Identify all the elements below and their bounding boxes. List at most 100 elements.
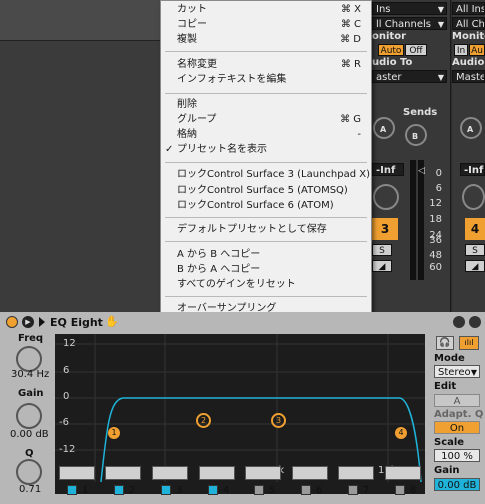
band-5-toggle[interactable] — [254, 485, 264, 495]
band-1-toggle[interactable] — [67, 485, 77, 495]
menu-item-copy-b-to-a[interactable]: B から A へコピー — [161, 262, 371, 277]
band-6-toggle[interactable] — [301, 485, 311, 495]
band-7-toggle[interactable] — [348, 485, 358, 495]
band-8-filter-type[interactable] — [385, 466, 421, 480]
menu-item-fold[interactable]: 格納 - — [161, 127, 371, 142]
eq-eight-device: ▶ EQ Eight ✋ Freq 30.4 Hz Gain 0.00 dB Q… — [0, 312, 485, 504]
level-meter — [418, 160, 424, 280]
band-8-toggle[interactable] — [395, 485, 405, 495]
headphone-icon[interactable]: 🎧 — [436, 336, 454, 350]
meter-scale-18: 18 — [429, 214, 442, 225]
band-6-number: 6 — [316, 485, 323, 496]
menu-item-lock-surface-3[interactable]: ロックControl Surface 3 (Launchpad X) — [161, 167, 371, 182]
device-on-toggle[interactable] — [6, 316, 18, 328]
scale-label: Scale — [434, 437, 465, 448]
volume-display[interactable]: -Inf — [372, 163, 404, 176]
clip-slot[interactable] — [0, 0, 160, 41]
level-meter — [410, 160, 416, 280]
band-3-number: 3 — [176, 485, 183, 496]
audio-to-label: udio To — [372, 57, 413, 68]
q-knob[interactable] — [16, 459, 42, 485]
gain-value[interactable]: 0.00 dB — [10, 429, 49, 440]
band-4-toggle[interactable] — [208, 485, 218, 495]
solo-button[interactable]: S — [372, 244, 392, 256]
audio-to-dropdown[interactable]: aster ▼ — [372, 70, 447, 83]
output-gain-label: Gain — [434, 465, 460, 476]
q-value[interactable]: 0.71 — [19, 484, 41, 495]
pan-knob[interactable] — [373, 184, 399, 210]
band-4-filter-type[interactable] — [199, 466, 235, 480]
menu-item-lock-surface-6[interactable]: ロックControl Surface 6 (ATOM) — [161, 198, 371, 213]
menu-item-save-default-preset[interactable]: デフォルトプリセットとして保存 — [161, 222, 371, 237]
band-8-number: 8 — [410, 485, 417, 496]
band-2-toggle[interactable] — [114, 485, 124, 495]
output-gain-value[interactable]: 0.00 dB — [434, 478, 480, 491]
band-2-filter-type[interactable] — [105, 466, 141, 480]
chevron-down-icon: ▼ — [437, 20, 444, 29]
device-title[interactable]: EQ Eight — [50, 316, 103, 329]
band-1-filter-type[interactable] — [59, 466, 95, 480]
mode-dropdown[interactable]: Stereo ▼ — [434, 365, 480, 378]
band-3-filter-type[interactable] — [152, 466, 188, 480]
menu-item-rename[interactable]: 名称変更 ⌘ R — [161, 57, 371, 72]
menu-item-lock-surface-5[interactable]: ロックControl Surface 5 (ATOMSQ) — [161, 183, 371, 198]
band-handle-3[interactable]: 3 — [271, 413, 286, 428]
menu-item-copy[interactable]: コピー ⌘ C — [161, 17, 371, 32]
arm-button-2[interactable]: ◢ — [465, 260, 485, 272]
menu-separator — [165, 296, 367, 297]
menu-item-reset-gains[interactable]: すべてのゲインをリセット — [161, 277, 371, 292]
gain-label: Gain — [18, 388, 44, 399]
y-tick-0: 0 — [63, 391, 70, 402]
send-b-label: B — [412, 132, 419, 141]
band-5-filter-type[interactable] — [245, 466, 281, 480]
collapse-icon[interactable] — [39, 317, 45, 327]
gain-knob[interactable] — [16, 403, 42, 429]
volume-display-2[interactable]: -Inf — [460, 163, 485, 176]
edit-ab-button[interactable]: A — [434, 394, 480, 407]
input-type-dropdown-2[interactable]: All Ins — [452, 2, 485, 15]
monitor-auto-button[interactable]: Auto — [378, 44, 404, 56]
y-tick-neg6: -6 — [59, 417, 69, 428]
menu-item-edit-info[interactable]: インフォテキストを編集 — [161, 72, 371, 87]
track-number-button-2[interactable]: 4 — [465, 218, 485, 240]
meter-scale-6: 6 — [435, 183, 442, 194]
monitor-in-button-2[interactable]: In — [454, 44, 468, 56]
pan-knob-2[interactable] — [462, 184, 485, 210]
solo-button-2[interactable]: S — [465, 244, 485, 256]
y-tick-12: 12 — [63, 338, 76, 349]
check-icon: ✓ — [165, 144, 174, 155]
save-preset-icon[interactable] — [453, 316, 465, 328]
adaptive-q-label: Adapt. Q — [434, 409, 484, 420]
device-title-bar: ▶ EQ Eight ✋ — [0, 312, 485, 332]
input-type-dropdown[interactable]: Ins ▼ — [372, 2, 447, 15]
band-7-filter-type[interactable] — [338, 466, 374, 480]
monitor-off-button[interactable]: Off — [405, 44, 427, 56]
spectrum-icon[interactable]: ılıl — [459, 336, 479, 350]
track-number-button[interactable]: 3 — [372, 218, 398, 240]
menu-item-show-preset-name[interactable]: ✓ プリセット名を表示 — [161, 142, 371, 157]
hot-swap-icon[interactable] — [469, 316, 481, 328]
menu-item-copy-a-to-b[interactable]: A から B へコピー — [161, 247, 371, 262]
menu-item-duplicate[interactable]: 複製 ⌘ D — [161, 32, 371, 47]
menu-item-delete[interactable]: 削除 — [161, 97, 371, 112]
input-channel-dropdown-2[interactable]: All Cha — [452, 17, 485, 30]
freq-value[interactable]: 30.4 Hz — [11, 369, 49, 380]
monitor-auto-button-2[interactable]: Au — [469, 44, 485, 56]
audio-to-dropdown-2[interactable]: Maste — [452, 70, 485, 83]
audio-to-label-2: Audio T — [452, 57, 485, 68]
play-icon[interactable]: ▶ — [22, 316, 34, 328]
mode-label: Mode — [434, 353, 465, 364]
y-tick-6: 6 — [63, 365, 70, 376]
band-handle-1[interactable]: 1 — [108, 427, 120, 439]
band-6-filter-type[interactable] — [292, 466, 328, 480]
menu-item-group[interactable]: グループ ⌘ G — [161, 112, 371, 127]
meter-scale-60: 60 — [429, 262, 442, 273]
input-channel-dropdown[interactable]: ll Channels ▼ — [372, 17, 447, 30]
band-handle-2[interactable]: 2 — [196, 413, 211, 428]
adaptive-q-toggle[interactable]: On — [434, 421, 480, 434]
band-3-toggle[interactable] — [161, 485, 171, 495]
scale-value[interactable]: 100 % — [434, 449, 480, 462]
menu-item-cut[interactable]: カット ⌘ X — [161, 2, 371, 17]
band-handle-4[interactable]: 4 — [395, 427, 407, 439]
arm-button[interactable]: ◢ — [372, 260, 392, 272]
